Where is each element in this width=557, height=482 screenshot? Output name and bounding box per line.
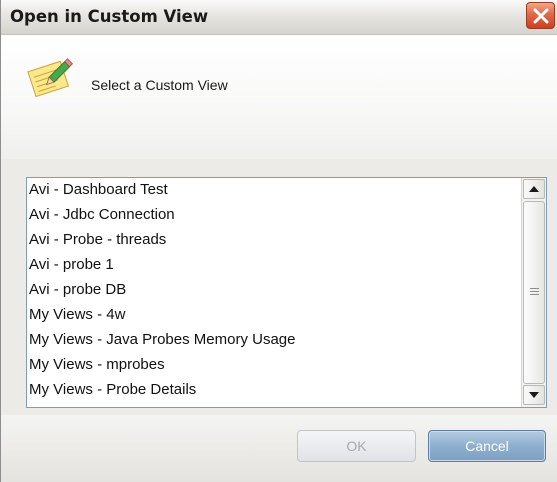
grip-line bbox=[530, 291, 539, 292]
arrow-up-icon bbox=[529, 186, 539, 192]
list-item[interactable]: My Views - Probe Details bbox=[29, 380, 196, 400]
custom-view-list[interactable]: Avi - Dashboard Test Avi - Jdbc Connecti… bbox=[26, 177, 547, 408]
dialog-window: Open in Custom View Select a Custom View… bbox=[0, 0, 557, 482]
list-item[interactable]: My Views - 4w bbox=[29, 305, 125, 325]
title-bar[interactable]: Open in Custom View bbox=[1, 0, 557, 35]
arrow-down-icon bbox=[529, 392, 539, 398]
list-item[interactable]: Avi - Probe - threads bbox=[29, 230, 166, 250]
close-button[interactable] bbox=[526, 2, 555, 29]
list-item[interactable]: My Views - Java Probes Memory Usage bbox=[29, 330, 295, 350]
prompt-label: Select a Custom View bbox=[91, 77, 228, 93]
list-item[interactable]: My Views - mprobes bbox=[29, 355, 165, 375]
header-panel bbox=[1, 35, 557, 159]
cancel-button[interactable]: Cancel bbox=[428, 430, 546, 462]
list-item[interactable]: Avi - probe DB bbox=[29, 280, 126, 300]
scroll-up-button[interactable] bbox=[523, 179, 545, 199]
grip-line bbox=[530, 288, 539, 289]
ok-button-label: OK bbox=[346, 438, 367, 454]
ok-button[interactable]: OK bbox=[297, 430, 416, 462]
list-item[interactable]: Avi - Jdbc Connection bbox=[29, 205, 175, 225]
list-item[interactable]: Avi - probe 1 bbox=[29, 255, 114, 275]
close-icon bbox=[533, 8, 549, 24]
scroll-thumb[interactable] bbox=[523, 201, 545, 384]
grip-line bbox=[530, 294, 539, 295]
list-item[interactable]: Avi - Dashboard Test bbox=[29, 180, 168, 200]
cancel-button-label: Cancel bbox=[465, 438, 509, 454]
dialog-title: Open in Custom View bbox=[10, 7, 209, 26]
scroll-down-button[interactable] bbox=[523, 385, 545, 405]
vertical-scrollbar[interactable] bbox=[521, 178, 546, 407]
note-pencil-icon bbox=[27, 58, 74, 98]
